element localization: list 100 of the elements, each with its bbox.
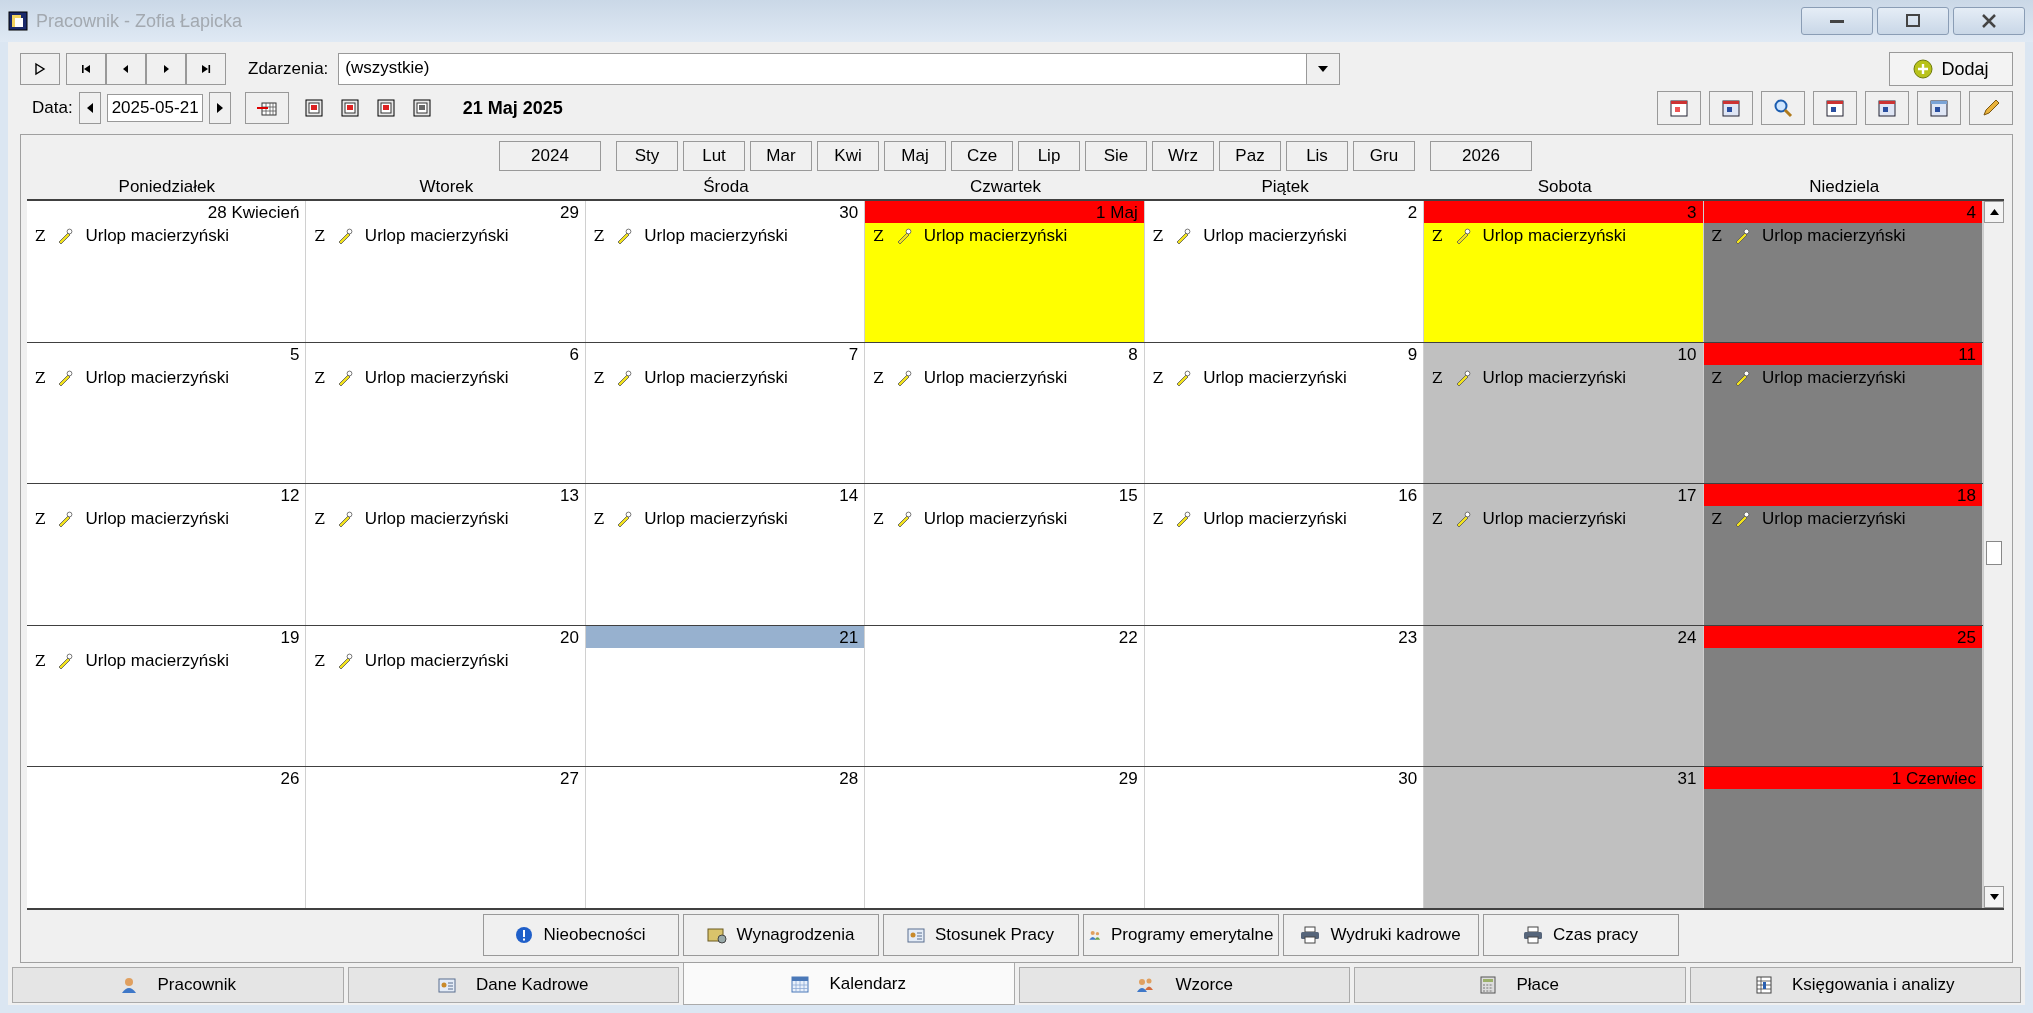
scrollbar[interactable] bbox=[1983, 201, 2004, 908]
month-button[interactable]: Sie bbox=[1085, 141, 1147, 171]
action-button[interactable]: Nieobecności bbox=[482, 914, 679, 956]
day-cell[interactable]: 22 bbox=[865, 625, 1145, 767]
day-cell[interactable]: 4 Z Urlop macierzyński bbox=[1703, 201, 1983, 342]
calendar-icon[interactable] bbox=[340, 99, 359, 117]
month-button[interactable]: Kwi bbox=[817, 141, 879, 171]
day-cell[interactable]: 24 bbox=[1424, 625, 1704, 767]
add-button[interactable]: Dodaj bbox=[1889, 52, 2013, 86]
day-cell[interactable]: 19 Z Urlop macierzyński bbox=[27, 625, 307, 767]
calendar-icon bbox=[255, 100, 278, 116]
day-cell[interactable]: 3 Z Urlop macierzyński bbox=[1424, 201, 1704, 342]
day-number: 28 Kwiecień bbox=[206, 202, 301, 223]
event-code: Z bbox=[35, 227, 46, 245]
day-cell[interactable]: 29 Z Urlop macierzyński bbox=[306, 201, 586, 342]
day-cell[interactable]: 6 Z Urlop macierzyński bbox=[306, 342, 586, 484]
month-button[interactable]: Mar bbox=[750, 141, 812, 171]
toolbar-button[interactable] bbox=[1813, 91, 1857, 125]
first-button[interactable] bbox=[66, 53, 106, 85]
maximize-button[interactable] bbox=[1877, 7, 1949, 35]
toolbar-button[interactable] bbox=[1709, 91, 1753, 125]
day-cell[interactable]: 11 Z Urlop macierzyński bbox=[1703, 342, 1983, 484]
wand-icon bbox=[895, 369, 912, 386]
day-cell[interactable]: 29 bbox=[865, 767, 1145, 908]
day-cell[interactable]: 30 bbox=[1144, 767, 1425, 908]
month-button[interactable]: Lip bbox=[1018, 141, 1080, 171]
day-cell[interactable]: 27 bbox=[306, 767, 586, 908]
month-button[interactable]: Maj bbox=[884, 141, 946, 171]
event-label: Urlop macierzyński bbox=[923, 226, 1068, 246]
calendar-icon[interactable] bbox=[412, 99, 431, 117]
tab[interactable]: Pracownik bbox=[12, 967, 344, 1003]
tab[interactable]: Księgowania i analizy bbox=[1689, 967, 2021, 1003]
day-cell[interactable]: 21 bbox=[585, 625, 866, 767]
day-cell[interactable]: 13 Z Urlop macierzyński bbox=[306, 484, 586, 625]
day-cell[interactable]: 12 Z Urlop macierzyński bbox=[27, 484, 307, 625]
tab[interactable]: Wzorce bbox=[1018, 967, 1350, 1003]
day-number: 30 bbox=[838, 202, 860, 223]
toolbar-button[interactable] bbox=[1761, 91, 1805, 125]
day-cell[interactable]: 2 Z Urlop macierzyński bbox=[1144, 201, 1425, 342]
day-cell[interactable]: 1 Czerwiec bbox=[1703, 767, 1983, 908]
day-cell[interactable]: 23 bbox=[1144, 625, 1425, 767]
toolbar-button[interactable] bbox=[1917, 91, 1961, 125]
event-code: Z bbox=[314, 510, 325, 529]
toolbar-button[interactable] bbox=[1865, 91, 1909, 125]
day-cell[interactable]: 31 bbox=[1424, 767, 1704, 908]
calendar-icon[interactable] bbox=[376, 99, 395, 117]
pencil-icon bbox=[1981, 98, 2001, 118]
day-cell[interactable]: 9 Z Urlop macierzyński bbox=[1144, 342, 1425, 484]
day-cell[interactable]: 18 Z Urlop macierzyński bbox=[1703, 484, 1983, 625]
day-cell[interactable]: 30 Z Urlop macierzyński bbox=[585, 201, 866, 342]
event-code: Z bbox=[1432, 368, 1443, 387]
day-cell[interactable]: 15 Z Urlop macierzyński bbox=[865, 484, 1145, 625]
month-button[interactable]: Wrz bbox=[1152, 141, 1214, 171]
month-button[interactable]: Paz bbox=[1219, 141, 1281, 171]
month-button[interactable]: Cze bbox=[951, 141, 1013, 171]
dropdown-arrow-icon bbox=[1318, 66, 1329, 72]
day-cell[interactable]: 7 Z Urlop macierzyński bbox=[585, 342, 866, 484]
action-button[interactable]: Wynagrodzenia bbox=[682, 914, 879, 956]
day-cell[interactable]: 25 bbox=[1703, 625, 1983, 767]
minimize-button[interactable] bbox=[1801, 7, 1873, 35]
day-cell[interactable]: 17 Z Urlop macierzyński bbox=[1424, 484, 1704, 625]
day-cell[interactable]: 10 Z Urlop macierzyński bbox=[1424, 342, 1704, 484]
printer-icon bbox=[1300, 926, 1321, 944]
tab[interactable]: Dane Kadrowe bbox=[347, 967, 679, 1003]
tab[interactable]: Kalendarz bbox=[683, 963, 1015, 1005]
day-cell[interactable]: 28 Kwiecień Z Urlop macierzyński bbox=[27, 201, 307, 342]
events-dropdown[interactable]: (wszystkie) bbox=[338, 53, 1341, 85]
action-button[interactable]: Czas pracy bbox=[1482, 914, 1679, 956]
action-button[interactable]: Stosunek Pracy bbox=[882, 914, 1079, 956]
day-cell[interactable]: 8 Z Urlop macierzyński bbox=[865, 342, 1145, 484]
day-cell[interactable]: 20 Z Urlop macierzyński bbox=[306, 625, 586, 767]
tab[interactable]: Płace bbox=[1354, 967, 1686, 1003]
previous-year-button[interactable]: 2024 bbox=[499, 141, 601, 171]
scroll-thumb[interactable] bbox=[1986, 541, 2002, 566]
previous-day-button[interactable] bbox=[78, 92, 101, 124]
toolbar-button[interactable] bbox=[1657, 91, 1701, 125]
day-cell[interactable]: 5 Z Urlop macierzyński bbox=[27, 342, 307, 484]
day-cell[interactable]: 26 bbox=[27, 767, 307, 908]
play-button[interactable] bbox=[20, 53, 60, 85]
day-cell[interactable]: 1 Maj Z Urlop macierzyński bbox=[865, 201, 1145, 342]
month-button[interactable]: Lut bbox=[683, 141, 745, 171]
next-day-button[interactable] bbox=[208, 92, 231, 124]
calendar-icon[interactable] bbox=[304, 99, 323, 117]
close-button[interactable] bbox=[1953, 7, 2025, 35]
day-cell[interactable]: 14 Z Urlop macierzyński bbox=[585, 484, 866, 625]
date-field[interactable]: 2025-05-21 bbox=[106, 94, 203, 122]
action-button[interactable]: Wydruki kadrowe bbox=[1282, 914, 1479, 956]
month-button[interactable]: Gru bbox=[1353, 141, 1415, 171]
day-cell[interactable]: 16 Z Urlop macierzyński bbox=[1144, 484, 1425, 625]
month-button[interactable]: Sty bbox=[616, 141, 678, 171]
action-button[interactable]: Programy emerytalne bbox=[1082, 914, 1279, 956]
plus-icon bbox=[1913, 59, 1934, 79]
day-cell[interactable]: 28 bbox=[585, 767, 866, 908]
today-button[interactable] bbox=[244, 92, 289, 124]
toolbar-button[interactable] bbox=[1969, 91, 2013, 125]
wand-icon bbox=[1454, 511, 1471, 528]
last-button[interactable] bbox=[186, 53, 226, 85]
next-year-button[interactable]: 2026 bbox=[1430, 141, 1532, 171]
day-number: 20 bbox=[558, 626, 580, 648]
month-button[interactable]: Lis bbox=[1286, 141, 1348, 171]
